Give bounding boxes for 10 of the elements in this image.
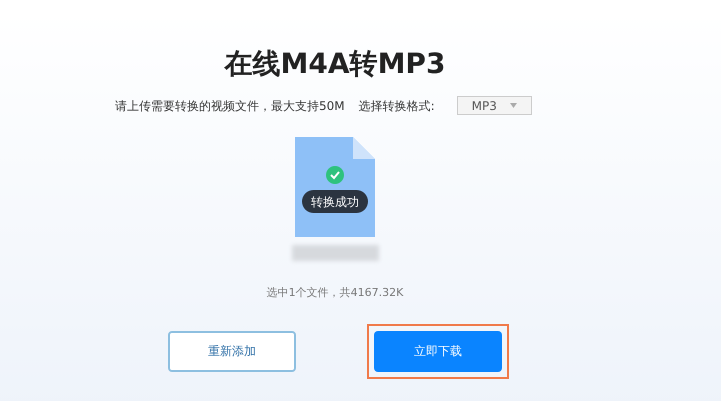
dropdown-icon [510, 103, 517, 108]
format-select[interactable]: MP3 [456, 96, 532, 115]
upload-hint: 请上传需要转换的视频文件，最大支持50M [115, 98, 345, 114]
download-button[interactable]: 立即下载 [374, 330, 502, 372]
file-summary: 选中1个文件，共4167.32K [266, 285, 404, 301]
page-title: 在线M4A转MP3 [224, 46, 446, 82]
re-add-button[interactable]: 重新添加 [168, 330, 296, 372]
check-icon [326, 166, 344, 184]
format-label: 选择转换格式: [358, 98, 435, 114]
status-badge: 转换成功 [302, 190, 368, 213]
